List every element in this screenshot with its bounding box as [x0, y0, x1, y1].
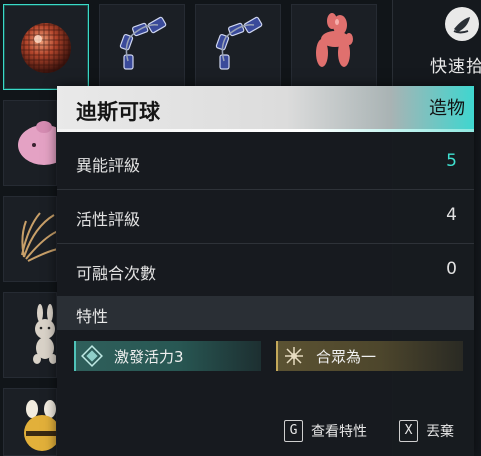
stat-label: 活性評級	[76, 210, 141, 229]
trait-badge[interactable]: 激發活力3	[74, 341, 261, 371]
diamond-trait-icon	[81, 345, 103, 367]
trait-label: 合眾為一	[316, 348, 377, 366]
pink-creature-icon	[18, 121, 56, 165]
view-traits-hint[interactable]: G 查看特性	[284, 419, 384, 443]
stat-value: 0	[446, 259, 457, 279]
stat-row-ability-rating: 異能評級 5	[57, 136, 474, 190]
feather-bundle-icon	[21, 212, 56, 262]
bee-plush-icon	[24, 400, 56, 451]
inventory-slot-disco-ball[interactable]	[3, 4, 89, 90]
stat-row-activity-rating: 活性評級 4	[57, 190, 474, 244]
inventory-slot-bunny-plush[interactable]	[3, 292, 57, 378]
chain-link-icon	[215, 16, 263, 70]
chain-link-icon	[119, 16, 167, 70]
star-burst-trait-icon	[285, 347, 303, 365]
key-g: G	[284, 420, 303, 442]
bunny-plush-icon	[33, 304, 56, 364]
quick-pick-label[interactable]: 快速拾	[430, 52, 481, 77]
stat-value: 5	[446, 151, 457, 171]
inventory-slot-chain-2[interactable]	[195, 4, 281, 90]
balloon-dog-icon	[316, 13, 353, 67]
item-tooltip: 迪斯可球 造物 異能評級 5 活性評級 4 可融合次數 0 特性 激發活力3 合…	[57, 86, 474, 456]
inventory-slot-bee-plush[interactable]	[3, 388, 57, 456]
item-category-tag: 造物	[429, 98, 465, 119]
stat-label: 異能評級	[76, 156, 141, 175]
disco-ball-icon	[21, 23, 71, 73]
hint-label: 查看特性	[311, 424, 367, 440]
item-name: 迪斯可球	[76, 100, 160, 124]
inventory-screen: 快速拾 迪斯可球 造物 異能評級 5 活性評級 4 可融合次數 0 特性 激發活…	[0, 0, 481, 456]
trait-badge[interactable]: 合眾為一	[276, 341, 463, 371]
inventory-slot-chain-1[interactable]	[99, 4, 185, 90]
leaf-hand-icon[interactable]	[445, 7, 479, 41]
tooltip-header: 迪斯可球 造物	[57, 86, 474, 132]
discard-hint[interactable]: X 丟棄	[399, 419, 469, 443]
key-x: X	[399, 420, 418, 442]
inventory-slot-pink-creature[interactable]	[3, 100, 57, 186]
header-divider	[57, 129, 474, 132]
trait-label: 激發活力3	[114, 348, 184, 366]
hint-label: 丟棄	[426, 424, 454, 440]
traits-section-header: 特性	[57, 296, 474, 330]
inventory-slot-feather-bundle[interactable]	[3, 196, 57, 282]
traits-title: 特性	[76, 307, 109, 326]
stat-label: 可融合次數	[76, 264, 157, 283]
stat-value: 4	[446, 205, 457, 225]
inventory-slot-balloon-dog[interactable]	[291, 4, 377, 90]
stat-row-fusion-count: 可融合次數 0	[57, 244, 474, 298]
